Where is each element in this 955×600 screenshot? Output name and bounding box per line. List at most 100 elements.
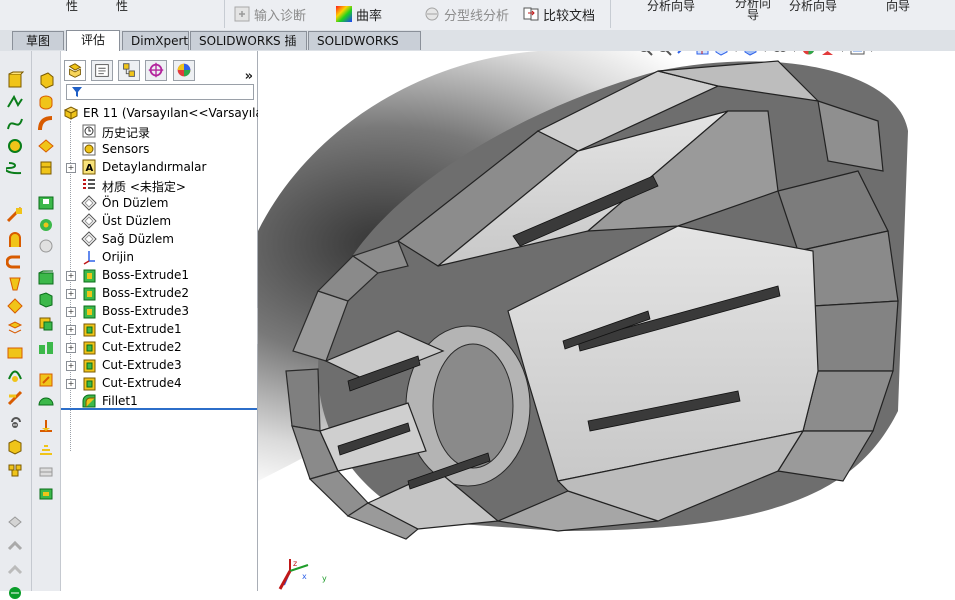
- boundary-icon[interactable]: [6, 297, 24, 315]
- expand-toggle[interactable]: +: [66, 307, 76, 317]
- tab-solidworks-mbd[interactable]: SOLIDWORKS MBD: [308, 31, 421, 67]
- tree-item-cut-extrude3[interactable]: + Cut-Extrude3: [61, 357, 257, 375]
- tree-item-cut-extrude4[interactable]: + Cut-Extrude4: [61, 375, 257, 393]
- tree-item-top-plane[interactable]: Üst Düzlem: [61, 213, 257, 231]
- shell-icon[interactable]: [6, 343, 24, 361]
- zoom-to-fit-icon[interactable]: [638, 51, 653, 56]
- draft-icon[interactable]: [6, 389, 24, 407]
- expand-toggle[interactable]: +: [66, 325, 76, 335]
- tree-item-cut-extrude2[interactable]: + Cut-Extrude2: [61, 339, 257, 357]
- section-view-icon[interactable]: [695, 51, 710, 56]
- boss-base-icon[interactable]: [37, 71, 55, 89]
- loft-icon[interactable]: [6, 275, 24, 293]
- boundary-cut-icon[interactable]: [37, 315, 55, 333]
- configuration-manager-tab-icon[interactable]: [118, 60, 140, 81]
- draft-analysis-icon[interactable]: [37, 417, 55, 435]
- feature-tree-tab-icon[interactable]: [64, 60, 86, 81]
- display-style-icon[interactable]: [743, 51, 758, 56]
- apply-scene-icon[interactable]: [820, 51, 835, 56]
- tree-item-front-plane[interactable]: Ön Düzlem: [61, 195, 257, 213]
- edit-appearance-icon[interactable]: [801, 51, 816, 56]
- expand-panel-button[interactable]: »: [245, 69, 253, 84]
- fillet-tool-icon[interactable]: [6, 206, 24, 224]
- view-settings-dropdown-icon[interactable]: ▼: [869, 51, 875, 53]
- sweep-icon[interactable]: [6, 253, 24, 271]
- tree-item-sensors[interactable]: Sensors: [61, 141, 257, 159]
- view-settings-icon[interactable]: [850, 51, 865, 56]
- panel-splitter[interactable]: [61, 408, 257, 410]
- wizard-label[interactable]: 向导: [886, 0, 910, 14]
- previous-view-icon[interactable]: [676, 51, 691, 56]
- analysis-wizard-label[interactable]: 分析向导: [647, 0, 695, 14]
- view-orientation-icon[interactable]: [714, 51, 729, 56]
- intersect-icon[interactable]: [6, 437, 24, 455]
- swept-boss-icon[interactable]: [37, 115, 55, 133]
- revolved-cut-icon[interactable]: [37, 237, 55, 255]
- lofted-cut-icon[interactable]: [37, 291, 55, 309]
- thickness-analysis-icon[interactable]: [37, 485, 55, 503]
- curve-icon[interactable]: [6, 159, 24, 177]
- tree-item-origin[interactable]: Orijin: [61, 249, 257, 267]
- tab-dimxpert[interactable]: DimXpert: [122, 31, 189, 50]
- expand-toggle[interactable]: +: [66, 379, 76, 389]
- mirror-icon[interactable]: [6, 582, 24, 600]
- expand-toggle[interactable]: +: [66, 271, 76, 281]
- spline-icon[interactable]: [6, 115, 24, 133]
- boundary-boss-icon[interactable]: [37, 159, 55, 177]
- tab-evaluate[interactable]: 评估: [66, 30, 120, 51]
- display-style-dropdown-icon[interactable]: ▼: [762, 51, 768, 53]
- property-manager-tab-icon[interactable]: [91, 60, 113, 81]
- apply-scene-dropdown-icon[interactable]: ▼: [839, 51, 845, 53]
- tree-item-annotations[interactable]: + A Detaylandırmalar: [61, 159, 257, 177]
- sketch-line-icon[interactable]: [6, 93, 24, 111]
- hole-wizard-icon[interactable]: [37, 215, 55, 233]
- tab-sketch[interactable]: 草图: [12, 31, 64, 50]
- combine-icon[interactable]: [6, 461, 24, 479]
- extruded-cut-icon[interactable]: [37, 193, 55, 211]
- expand-toggle[interactable]: +: [66, 361, 76, 371]
- expand-toggle[interactable]: +: [66, 289, 76, 299]
- graphics-viewport[interactable]: x y z ▼ ▼ ▼ ▼ ▼: [258, 51, 955, 591]
- swept-cut-icon[interactable]: [37, 269, 55, 287]
- expand-toggle[interactable]: +: [66, 343, 76, 353]
- tree-filter-input[interactable]: [66, 84, 254, 100]
- parting-line-analysis-button[interactable]: 分型线分析: [424, 5, 509, 24]
- tab-solidworks-addins[interactable]: SOLIDWORKS 插件: [190, 31, 307, 67]
- helix-icon[interactable]: [6, 137, 24, 155]
- split-icon[interactable]: [6, 537, 24, 555]
- tree-item-cut-extrude1[interactable]: + Cut-Extrude1: [61, 321, 257, 339]
- expand-toggle[interactable]: +: [66, 163, 76, 173]
- tree-item-boss-extrude2[interactable]: + Boss-Extrude2: [61, 285, 257, 303]
- tree-item-boss-extrude3[interactable]: + Boss-Extrude3: [61, 303, 257, 321]
- thicken-icon[interactable]: [6, 513, 24, 531]
- symmetry-check-icon[interactable]: [37, 463, 55, 481]
- dome-icon[interactable]: [37, 393, 55, 411]
- view-orientation-dropdown-icon[interactable]: ▼: [733, 51, 739, 53]
- import-diagnostics-button[interactable]: 输入诊断: [234, 5, 306, 24]
- rib-icon[interactable]: [6, 319, 24, 337]
- undercut-icon[interactable]: [37, 441, 55, 459]
- tree-item-material[interactable]: 材质 <未指定>: [61, 177, 257, 195]
- analysis-wizard-label[interactable]: 分析向导: [732, 0, 774, 21]
- tree-item-boss-extrude1[interactable]: + Boss-Extrude1: [61, 267, 257, 285]
- tree-item-history[interactable]: 历史记录: [61, 123, 257, 141]
- hide-show-items-icon[interactable]: [772, 51, 787, 56]
- reference-geometry-icon[interactable]: [6, 365, 24, 383]
- linear-pattern-icon[interactable]: [37, 339, 55, 357]
- dimxpert-manager-tab-icon[interactable]: [145, 60, 167, 81]
- tree-item-right-plane[interactable]: Sağ Düzlem: [61, 231, 257, 249]
- extrude-icon[interactable]: [6, 71, 24, 89]
- revolved-boss-icon[interactable]: [37, 93, 55, 111]
- wrap-icon[interactable]: [6, 413, 24, 431]
- move-face-icon[interactable]: [6, 561, 24, 579]
- analysis-wizard-label[interactable]: 分析向导: [789, 0, 837, 14]
- curvature-button[interactable]: 曲率: [336, 5, 382, 24]
- hide-show-dropdown-icon[interactable]: ▼: [791, 51, 797, 53]
- display-manager-tab-icon[interactable]: [173, 60, 195, 81]
- lofted-boss-icon[interactable]: [37, 137, 55, 155]
- revolve-icon[interactable]: [6, 231, 24, 249]
- circular-pattern-icon[interactable]: [37, 371, 55, 389]
- compare-documents-button[interactable]: 比较文档: [523, 5, 595, 24]
- tree-root-part[interactable]: ER 11 (Varsayılan<<Varsayıla: [61, 105, 263, 123]
- zoom-to-area-icon[interactable]: [657, 51, 672, 56]
